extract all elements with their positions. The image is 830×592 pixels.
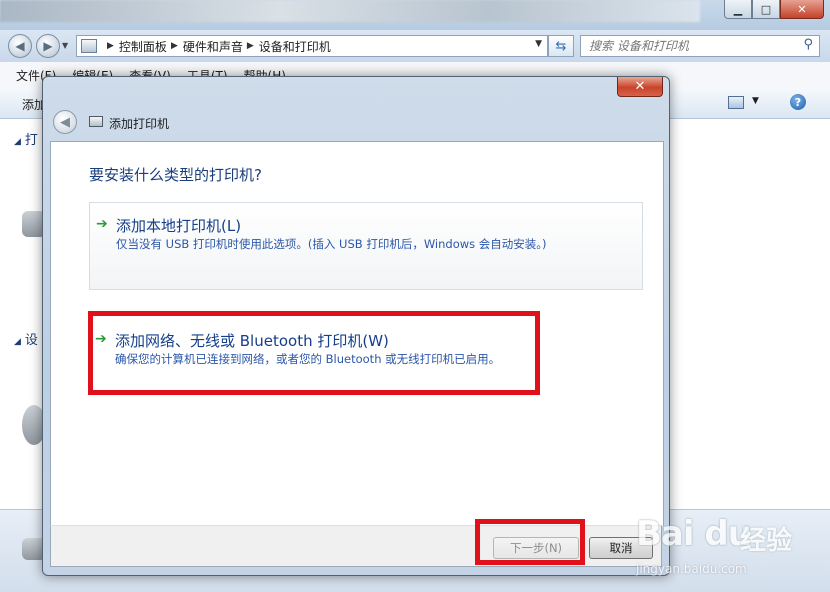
help-icon[interactable]: ?	[790, 94, 806, 110]
navigation-bar: ◀ ▶ ▼ ▶ 控制面板 ▶ 硬件和声音 ▶ 设备和打印机 ▼ ⇆ ⚲	[0, 30, 830, 62]
back-arrow-icon: ◀	[60, 114, 70, 130]
chevron-right-icon[interactable]: ▶	[107, 41, 114, 51]
refresh-button[interactable]: ⇆	[548, 35, 574, 57]
dialog-back-button[interactable]: ◀	[53, 110, 77, 134]
search-icon[interactable]: ⚲	[803, 37, 813, 52]
dialog-close-button[interactable]: ✕	[617, 77, 663, 97]
change-view-icon[interactable]	[728, 96, 744, 109]
printer-icon	[89, 116, 103, 127]
search-box[interactable]: ⚲	[580, 35, 820, 57]
chevron-right-icon[interactable]: ▶	[171, 41, 178, 51]
forward-button[interactable]: ▶	[36, 34, 60, 58]
search-input[interactable]	[587, 38, 791, 54]
collapse-triangle-icon: ◢	[14, 337, 21, 347]
option-title: 添加本地打印机(L)	[116, 217, 242, 235]
chevron-right-icon[interactable]: ▶	[247, 41, 254, 51]
refresh-icon: ⇆	[555, 38, 567, 54]
address-bar[interactable]: ▶ 控制面板 ▶ 硬件和声音 ▶ 设备和打印机 ▼	[76, 35, 548, 57]
printer-type-question: 要安装什么类型的打印机?	[89, 166, 262, 184]
watermark-text: 经验	[740, 526, 793, 556]
breadcrumb-hardware-sound[interactable]: 硬件和声音	[183, 38, 243, 55]
section-printers-header[interactable]: ◢ 打	[14, 129, 38, 148]
breadcrumb-devices-printers[interactable]: 设备和打印机	[259, 38, 331, 55]
back-arrow-icon: ◀	[15, 39, 25, 53]
explorer-title-bar: ▁ □ ✕	[0, 0, 830, 30]
section-devices-header[interactable]: ◢ 设	[14, 329, 38, 348]
baidu-logo: Bai du	[636, 514, 752, 554]
baidu-jingyan-watermark: Bai du 经验 jingyan.baidu.com	[636, 500, 826, 580]
highlight-network-option	[88, 311, 540, 395]
close-button[interactable]: ✕	[780, 0, 824, 19]
green-arrow-icon: ➔	[96, 216, 108, 232]
control-panel-icon	[81, 39, 97, 53]
address-dropdown-icon[interactable]: ▼	[535, 39, 542, 49]
view-dropdown-icon[interactable]: ▼	[752, 96, 759, 106]
option-description: 仅当没有 USB 打印机时使用此选项。(插入 USB 打印机后，Windows …	[116, 237, 547, 251]
add-local-printer-option[interactable]: ➔ 添加本地打印机(L) 仅当没有 USB 打印机时使用此选项。(插入 USB …	[89, 202, 643, 290]
blurred-title-area	[0, 0, 700, 22]
watermark-url: jingyan.baidu.com	[636, 562, 747, 576]
breadcrumb-control-panel[interactable]: 控制面板	[119, 38, 167, 55]
forward-arrow-icon: ▶	[43, 39, 53, 53]
highlight-next-button	[475, 519, 585, 565]
dialog-title: 添加打印机	[109, 117, 170, 131]
minimize-button[interactable]: ▁	[724, 0, 752, 19]
collapse-triangle-icon: ◢	[14, 137, 21, 147]
maximize-button[interactable]: □	[752, 0, 780, 19]
window-controls: ▁ □ ✕	[724, 0, 824, 19]
recent-pages-dropdown-icon[interactable]: ▼	[62, 41, 68, 50]
back-button[interactable]: ◀	[8, 34, 32, 58]
